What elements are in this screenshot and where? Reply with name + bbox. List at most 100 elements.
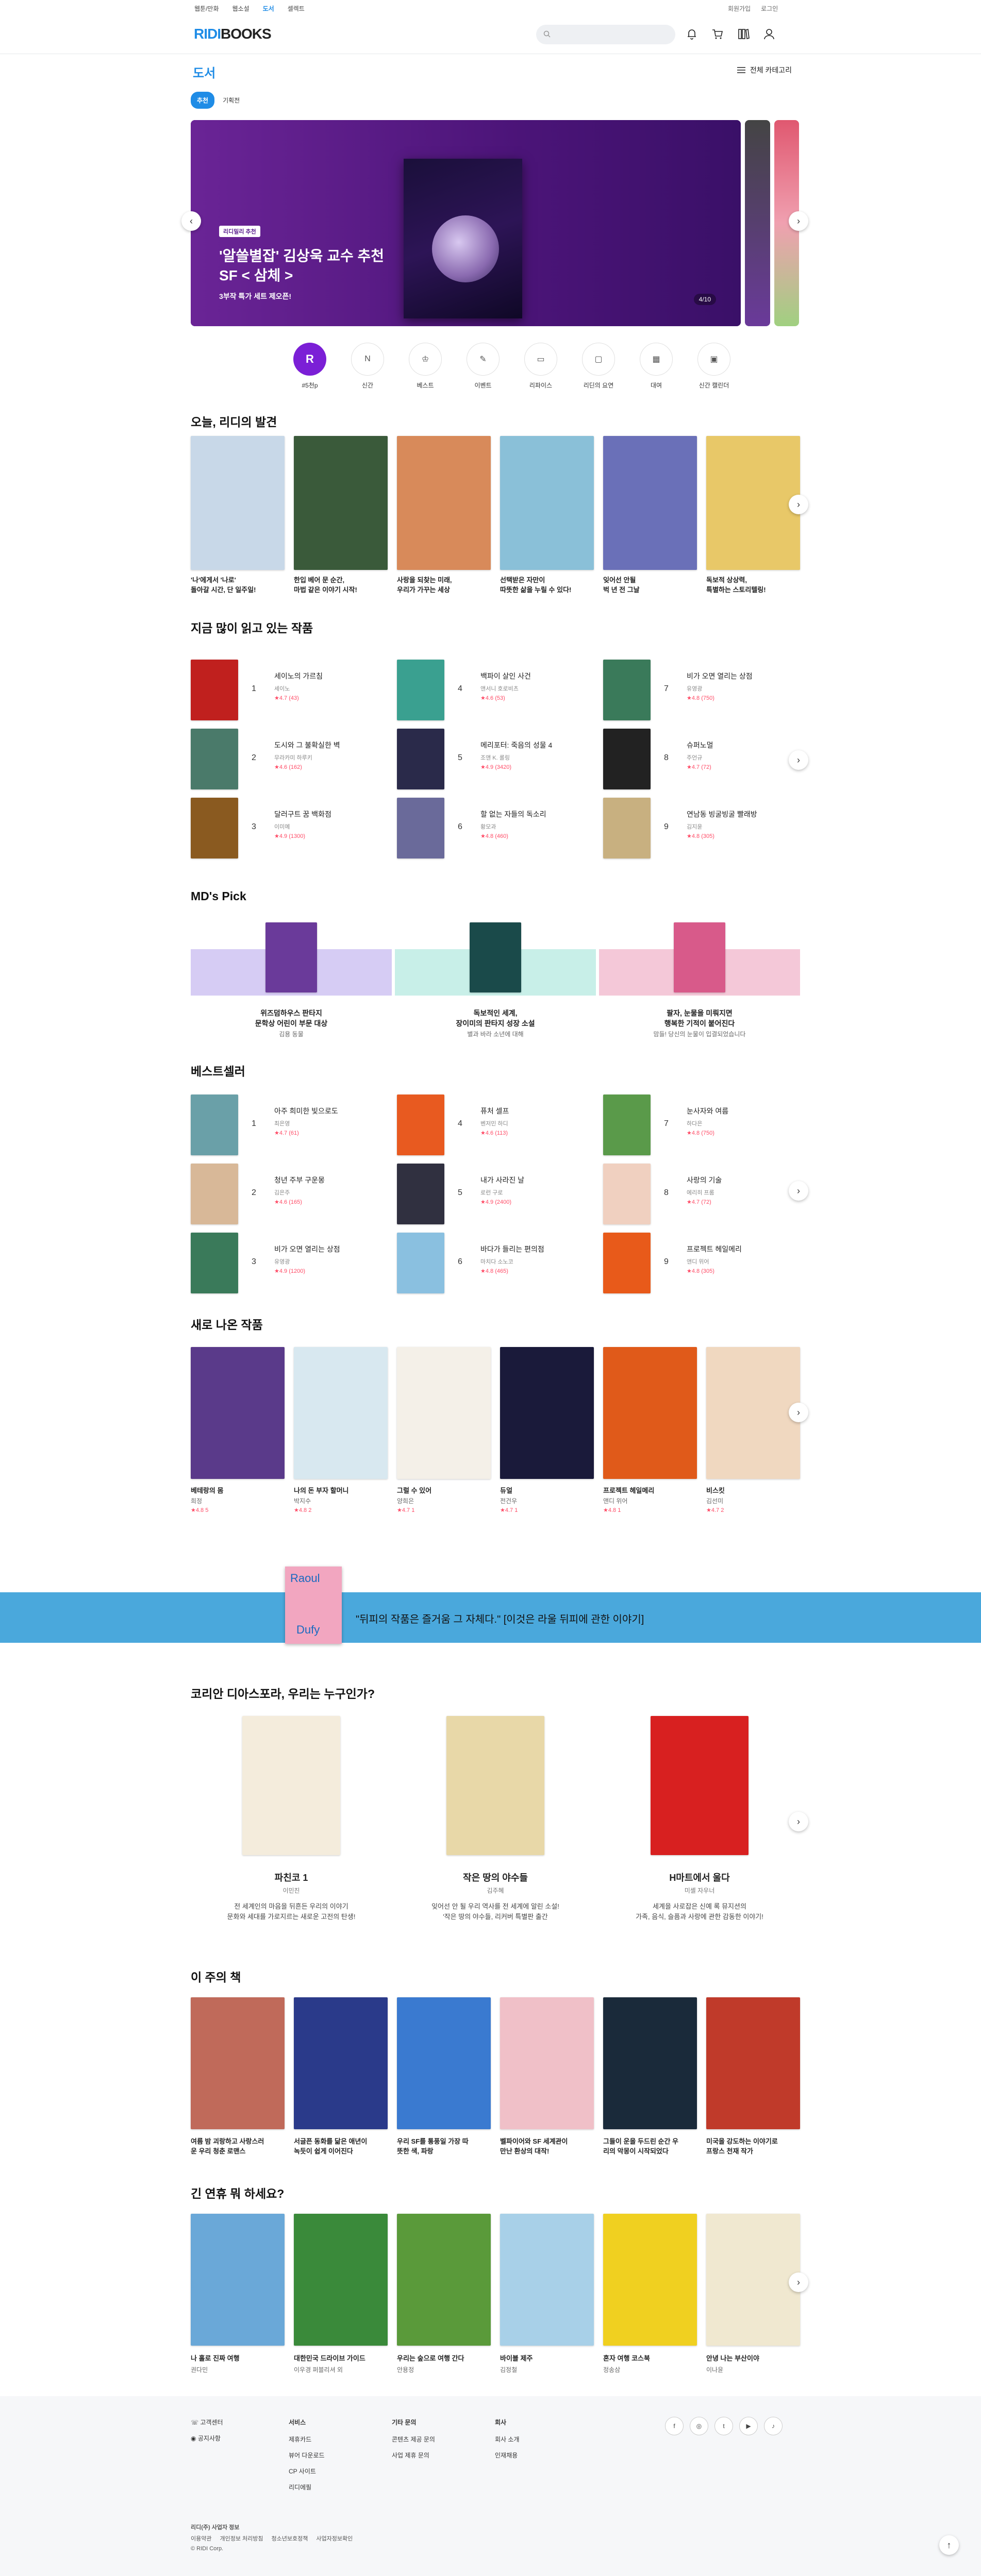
instagram-icon[interactable]: ◎ xyxy=(690,2417,708,2435)
rank-item[interactable]: 5 내가 사라진 날 로런 구로 ★4.9 (2400) xyxy=(397,1164,598,1225)
footer-link[interactable]: 사업 제휴 문의 xyxy=(392,2451,435,2460)
rank-number: 1 xyxy=(252,684,256,693)
book-cover xyxy=(603,798,651,858)
privacy-link[interactable]: 개인정보 처리방침 xyxy=(220,2534,263,2543)
rank-item[interactable]: 5 메리포터: 죽음의 성물 4 조앤 K. 롤링 ★4.9 (3420) xyxy=(397,729,598,790)
rank-item[interactable]: 9 프로젝트 헤일메리 앤디 위어 ★4.8 (305) xyxy=(603,1233,804,1294)
customer-center-link[interactable]: ☏ 고객센터 xyxy=(191,2418,223,2427)
youtube-icon[interactable]: ▶ xyxy=(739,2417,758,2435)
rank-item[interactable]: 1 세이노의 가르침 세이노 ★4.7 (43) xyxy=(191,660,392,721)
rank-item[interactable]: 9 연남동 빙굴빙굴 빨래방 김지윤 ★4.8 (305) xyxy=(603,798,804,860)
footer-link[interactable]: 제휴카드 xyxy=(289,2435,325,2444)
tab-exhibition[interactable]: 기획전 xyxy=(220,92,243,109)
search-input[interactable] xyxy=(536,25,675,44)
quick-item-event[interactable]: ✎ 이벤트 xyxy=(459,343,507,390)
caption-line: 돌아갈 시간, 단 일주일! xyxy=(191,586,256,594)
twitter-icon[interactable]: t xyxy=(714,2417,733,2435)
cart-icon[interactable] xyxy=(710,27,725,41)
rank-item[interactable]: 7 비가 오면 열리는 상점 유영광 ★4.8 (750) xyxy=(603,660,804,721)
scroll-top-button[interactable]: ↑ xyxy=(939,2535,959,2555)
top-link-webtoon[interactable]: 웹툰/만화 xyxy=(194,4,219,13)
footer-link[interactable]: 리디에필 xyxy=(289,2483,325,2491)
youth-link[interactable]: 청소년보호정책 xyxy=(272,2534,308,2543)
book-rating: ★4.8 2 xyxy=(294,1507,312,1513)
hero-next-slide[interactable] xyxy=(745,120,770,326)
rank-item[interactable]: 1 아주 희미한 빛으로도 최은영 ★4.7 (61) xyxy=(191,1095,392,1156)
discover-next-arrow[interactable]: › xyxy=(789,495,808,514)
quick-item-rent[interactable]: ▦ 대여 xyxy=(633,343,680,390)
rank-item[interactable]: 8 사랑의 기술 에리히 프롬 ★4.7 (72) xyxy=(603,1164,804,1225)
book-cover xyxy=(500,1347,594,1479)
section-title-featured: 이 주의 책 xyxy=(191,1971,241,1984)
calendar-icon: ▣ xyxy=(697,343,730,376)
bell-icon[interactable] xyxy=(685,27,699,41)
reading-next-arrow[interactable]: › xyxy=(789,750,808,770)
book-cover[interactable] xyxy=(706,436,800,570)
tab-recommend[interactable]: 추천 xyxy=(191,92,215,109)
book-cover[interactable] xyxy=(500,436,594,570)
rank-item[interactable]: 3 비가 오면 열리는 상점 유영광 ★4.9 (1200) xyxy=(191,1233,392,1294)
new-next-arrow[interactable]: › xyxy=(789,1403,808,1422)
rank-number: 4 xyxy=(458,1119,462,1128)
top-link-webnovel[interactable]: 웹소설 xyxy=(232,4,250,13)
rank-item[interactable]: 6 바다가 들리는 편의점 마치다 소노코 ★4.8 (465) xyxy=(397,1233,598,1294)
footer-link[interactable]: 콘텐츠 제공 문의 xyxy=(392,2435,435,2444)
md-pick-card[interactable]: 독보적인 세계, 장이미의 판타지 성장 소설 별과 바라 소년에 대해 xyxy=(395,922,596,1038)
book-cover[interactable] xyxy=(397,436,491,570)
rank-item[interactable]: 2 도시와 그 불확실한 벽 무라카미 하루키 ★4.6 (162) xyxy=(191,729,392,790)
quick-item-point[interactable]: R #5천p xyxy=(286,343,334,390)
all-category-button[interactable]: 전체 카테고리 xyxy=(737,65,792,75)
biz-check-link[interactable]: 사업자정보확인 xyxy=(316,2534,353,2543)
discover-caption: 한입 베어 문 순간, 마법 같은 이야기 시작! xyxy=(294,575,387,595)
hero-prev-arrow[interactable]: ‹ xyxy=(181,211,201,231)
korean-next-arrow[interactable]: › xyxy=(789,1812,808,1831)
book-cover xyxy=(397,1095,444,1155)
book-cover xyxy=(191,1233,238,1293)
tiktok-icon[interactable]: ♪ xyxy=(764,2417,783,2435)
vacation-next-arrow[interactable]: › xyxy=(789,2272,808,2292)
facebook-icon[interactable]: f xyxy=(665,2417,684,2435)
ridibooks-logo[interactable]: RIDIBOOKS xyxy=(194,26,272,42)
rank-item[interactable]: 4 퓨처 셀프 벤저민 하디 ★4.6 (113) xyxy=(397,1095,598,1156)
rank-item[interactable]: 8 슈퍼노멀 주언규 ★4.7 (72) xyxy=(603,729,804,790)
footer-heading: 회사 xyxy=(495,2419,507,2426)
book-cover[interactable] xyxy=(603,436,697,570)
signup-link[interactable]: 회원가입 xyxy=(728,4,751,13)
rank-item[interactable]: 6 할 없는 자들의 독소리 황모과 ★4.8 (460) xyxy=(397,798,598,860)
quick-item-notice[interactable]: ▢ 리딘의 요연 xyxy=(575,343,622,390)
login-link[interactable]: 로그인 xyxy=(761,4,778,13)
md-pick-card[interactable]: 위즈덤하우스 판타지 문학상 어린이 부문 대상 김용 동물 xyxy=(191,922,392,1038)
hero-banner[interactable]: 리디밀리 추천 '알쓸별잡' 김상욱 교수 추천 SF < 삼체 > 3부작 특… xyxy=(191,120,741,326)
rank-item[interactable]: 3 달러구트 꿈 백화점 이미예 ★4.9 (1300) xyxy=(191,798,392,860)
best-next-arrow[interactable]: › xyxy=(789,1181,808,1201)
footer-link[interactable]: 뷰어 다운로드 xyxy=(289,2451,325,2460)
book-cover[interactable] xyxy=(294,436,388,570)
promo-banner[interactable]: Raoul Dufy "뒤피의 작품은 즐거움 그 자체다." [이것은 라울 … xyxy=(0,1567,981,1644)
quick-label: 대여 xyxy=(650,382,662,389)
rank-item[interactable]: 7 눈사자와 여름 하다은 ★4.8 (750) xyxy=(603,1095,804,1156)
quick-item-new[interactable]: N 신간 xyxy=(344,343,391,390)
quick-label: #5천p xyxy=(302,382,318,389)
book-author: 양희은 xyxy=(397,1497,414,1505)
rank-item[interactable]: 2 청년 주부 구운몽 김은주 ★4.6 (165) xyxy=(191,1164,392,1225)
top-link-select[interactable]: 셀렉트 xyxy=(288,4,305,13)
quick-item-best[interactable]: ♔ 베스트 xyxy=(402,343,449,390)
footer-link[interactable]: CP 사이트 xyxy=(289,2467,325,2476)
md-pick-card[interactable]: 팔자, 눈물을 미뤄지면 행복한 기적이 붙어진다 맘들! 당신의 눈물이 입결되었… xyxy=(599,922,800,1038)
ticket-icon: ▭ xyxy=(524,343,557,376)
quick-label: 리딘의 요연 xyxy=(583,382,614,389)
top-link-books[interactable]: 도서 xyxy=(263,4,274,13)
user-icon[interactable] xyxy=(762,27,776,41)
quick-item-calendar[interactable]: ▣ 신간 캘린더 xyxy=(690,343,738,390)
notice-link[interactable]: ◉ 공지사항 xyxy=(191,2434,223,2443)
terms-link[interactable]: 이용약관 xyxy=(191,2534,211,2543)
business-info[interactable]: 리디(주) 사업자 정보 xyxy=(191,2523,239,2531)
book-cover[interactable] xyxy=(191,436,285,570)
library-icon[interactable] xyxy=(736,27,751,41)
rank-item[interactable]: 4 백파이 살인 사건 앤서니 호로비츠 ★4.6 (53) xyxy=(397,660,598,721)
chevron-right-icon: › xyxy=(797,499,800,510)
footer-link[interactable]: 인재채용 xyxy=(495,2451,520,2460)
hero-next-arrow[interactable]: › xyxy=(789,211,808,231)
footer-link[interactable]: 회사 소개 xyxy=(495,2435,520,2444)
quick-item-pass[interactable]: ▭ 리파이스 xyxy=(517,343,564,390)
